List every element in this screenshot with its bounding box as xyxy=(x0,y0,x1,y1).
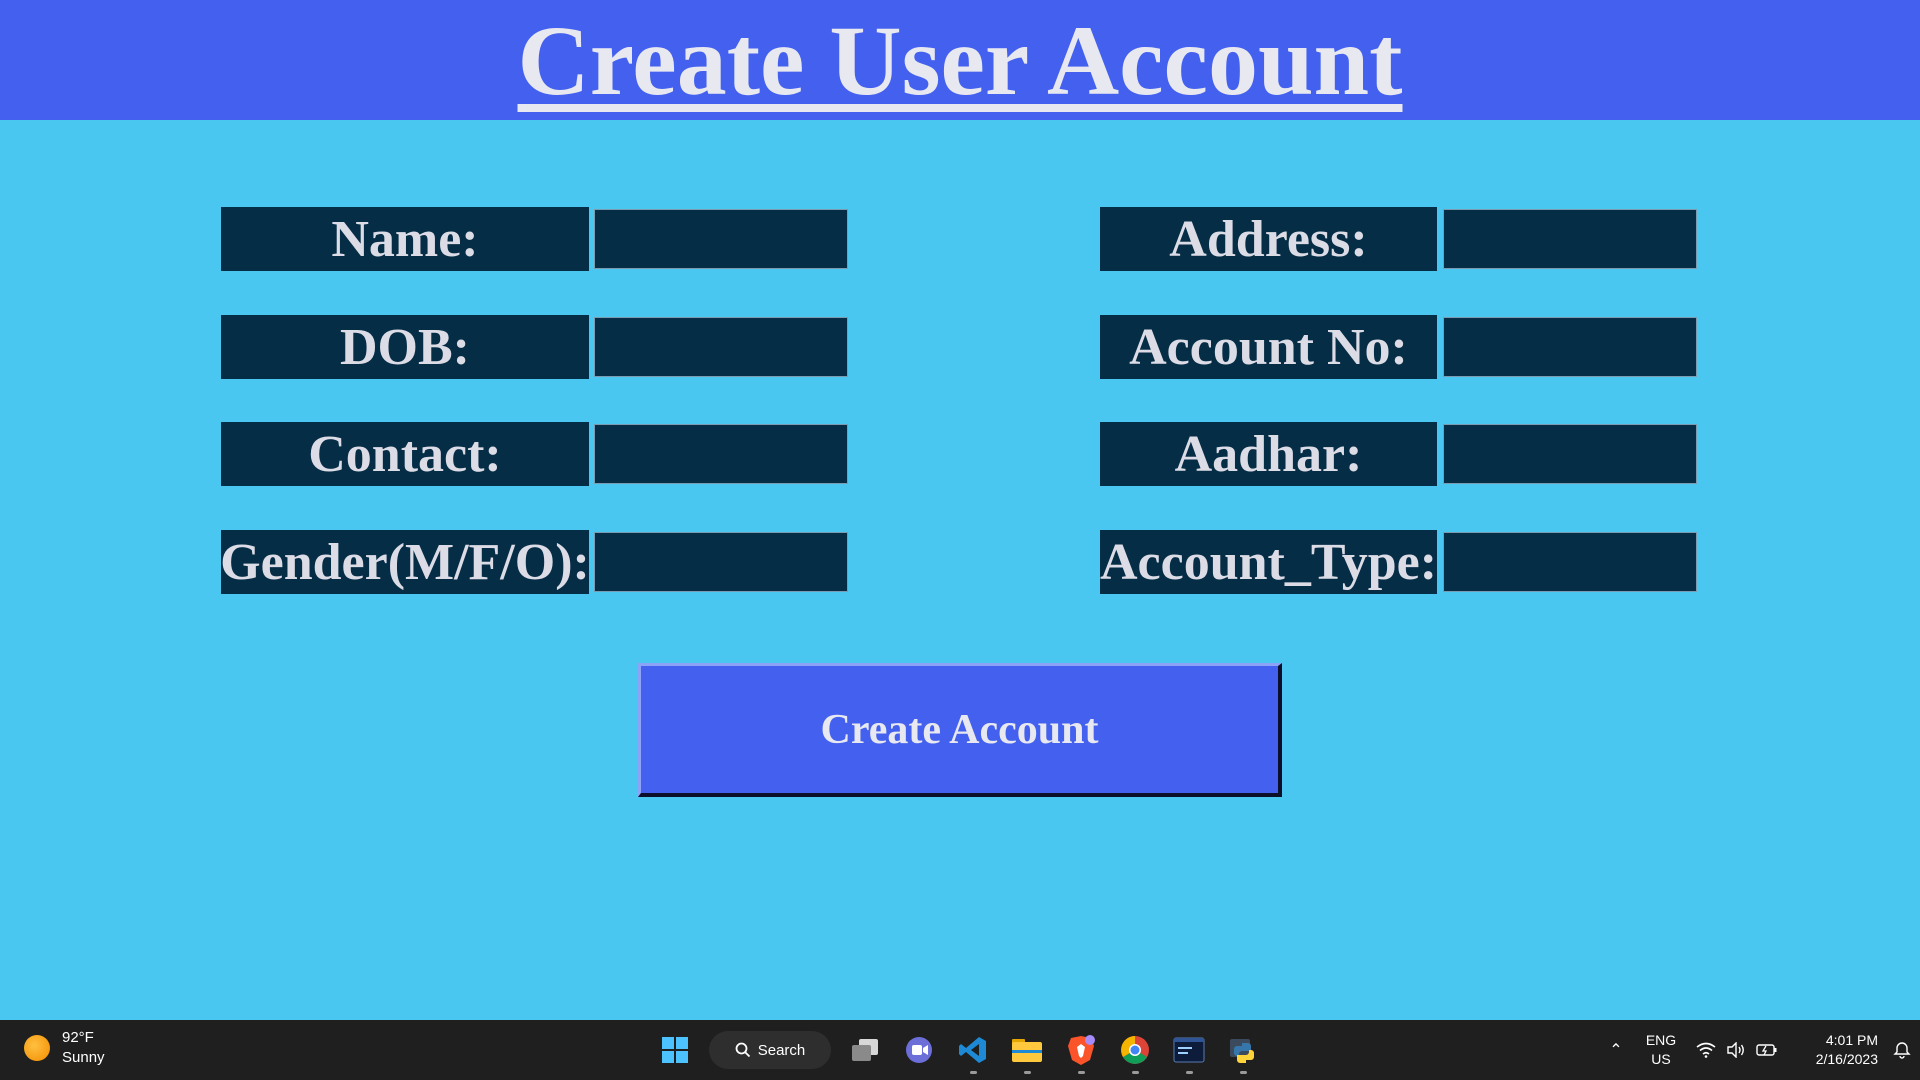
search-icon xyxy=(735,1042,750,1058)
contact-label: Contact: xyxy=(221,422,589,486)
sun-icon xyxy=(24,1035,50,1061)
task-view-icon[interactable] xyxy=(845,1030,885,1070)
taskbar: 92°F Sunny Search ⌃ ENG US 4:01 PM 2/16/… xyxy=(0,1020,1920,1080)
clock-time: 4:01 PM xyxy=(1825,1032,1878,1048)
gender-field[interactable] xyxy=(594,532,848,592)
account-type-field[interactable] xyxy=(1443,532,1697,592)
notification-bell-icon[interactable] xyxy=(1884,1041,1920,1059)
contact-field[interactable] xyxy=(594,424,848,484)
address-field[interactable] xyxy=(1443,209,1697,269)
system-tray: ⌃ ENG US 4:01 PM 2/16/2023 xyxy=(1596,1020,1920,1080)
language-indicator[interactable]: ENG US xyxy=(1636,1031,1686,1069)
page-title: Create User Account xyxy=(517,5,1403,116)
quick-settings[interactable] xyxy=(1686,1042,1788,1058)
weather-temp: 92°F xyxy=(62,1029,94,1046)
dob-label: DOB: xyxy=(221,315,589,379)
name-field[interactable] xyxy=(594,209,848,269)
aadhar-field[interactable] xyxy=(1443,424,1697,484)
brave-icon[interactable] xyxy=(1061,1030,1101,1074)
clock-date: 2/16/2023 xyxy=(1815,1051,1878,1067)
title-bar: Create User Account xyxy=(0,0,1920,120)
start-icon[interactable] xyxy=(655,1030,695,1070)
account-type-label: Account_Type: xyxy=(1100,530,1437,594)
taskbar-search-button[interactable]: Search xyxy=(709,1031,831,1069)
vscode-icon[interactable] xyxy=(953,1030,993,1074)
file-explorer-icon[interactable] xyxy=(1007,1030,1047,1074)
aadhar-label: Aadhar: xyxy=(1100,422,1437,486)
create-account-button[interactable]: Create Account xyxy=(638,663,1282,797)
terminal-icon[interactable] xyxy=(1169,1030,1209,1074)
chevron-up-icon[interactable]: ⌃ xyxy=(1596,1040,1636,1060)
battery-icon xyxy=(1756,1044,1777,1056)
chat-icon[interactable] xyxy=(899,1030,939,1070)
weather-widget[interactable]: 92°F Sunny xyxy=(24,1028,105,1068)
weather-condition: Sunny xyxy=(62,1049,105,1066)
volume-icon xyxy=(1727,1042,1744,1058)
taskbar-pinned-apps: Search xyxy=(655,1028,1263,1074)
account-no-label: Account No: xyxy=(1100,315,1437,379)
account-no-field[interactable] xyxy=(1443,317,1697,377)
name-label: Name: xyxy=(221,207,589,271)
search-label: Search xyxy=(757,1041,806,1059)
wifi-icon xyxy=(1696,1042,1716,1058)
python-icon[interactable] xyxy=(1223,1030,1263,1074)
gender-label: Gender(M/F/O): xyxy=(221,530,589,594)
dob-field[interactable] xyxy=(594,317,848,377)
chrome-icon[interactable] xyxy=(1115,1030,1155,1074)
clock[interactable]: 4:01 PM 2/16/2023 xyxy=(1788,1031,1884,1069)
address-label: Address: xyxy=(1100,207,1437,271)
